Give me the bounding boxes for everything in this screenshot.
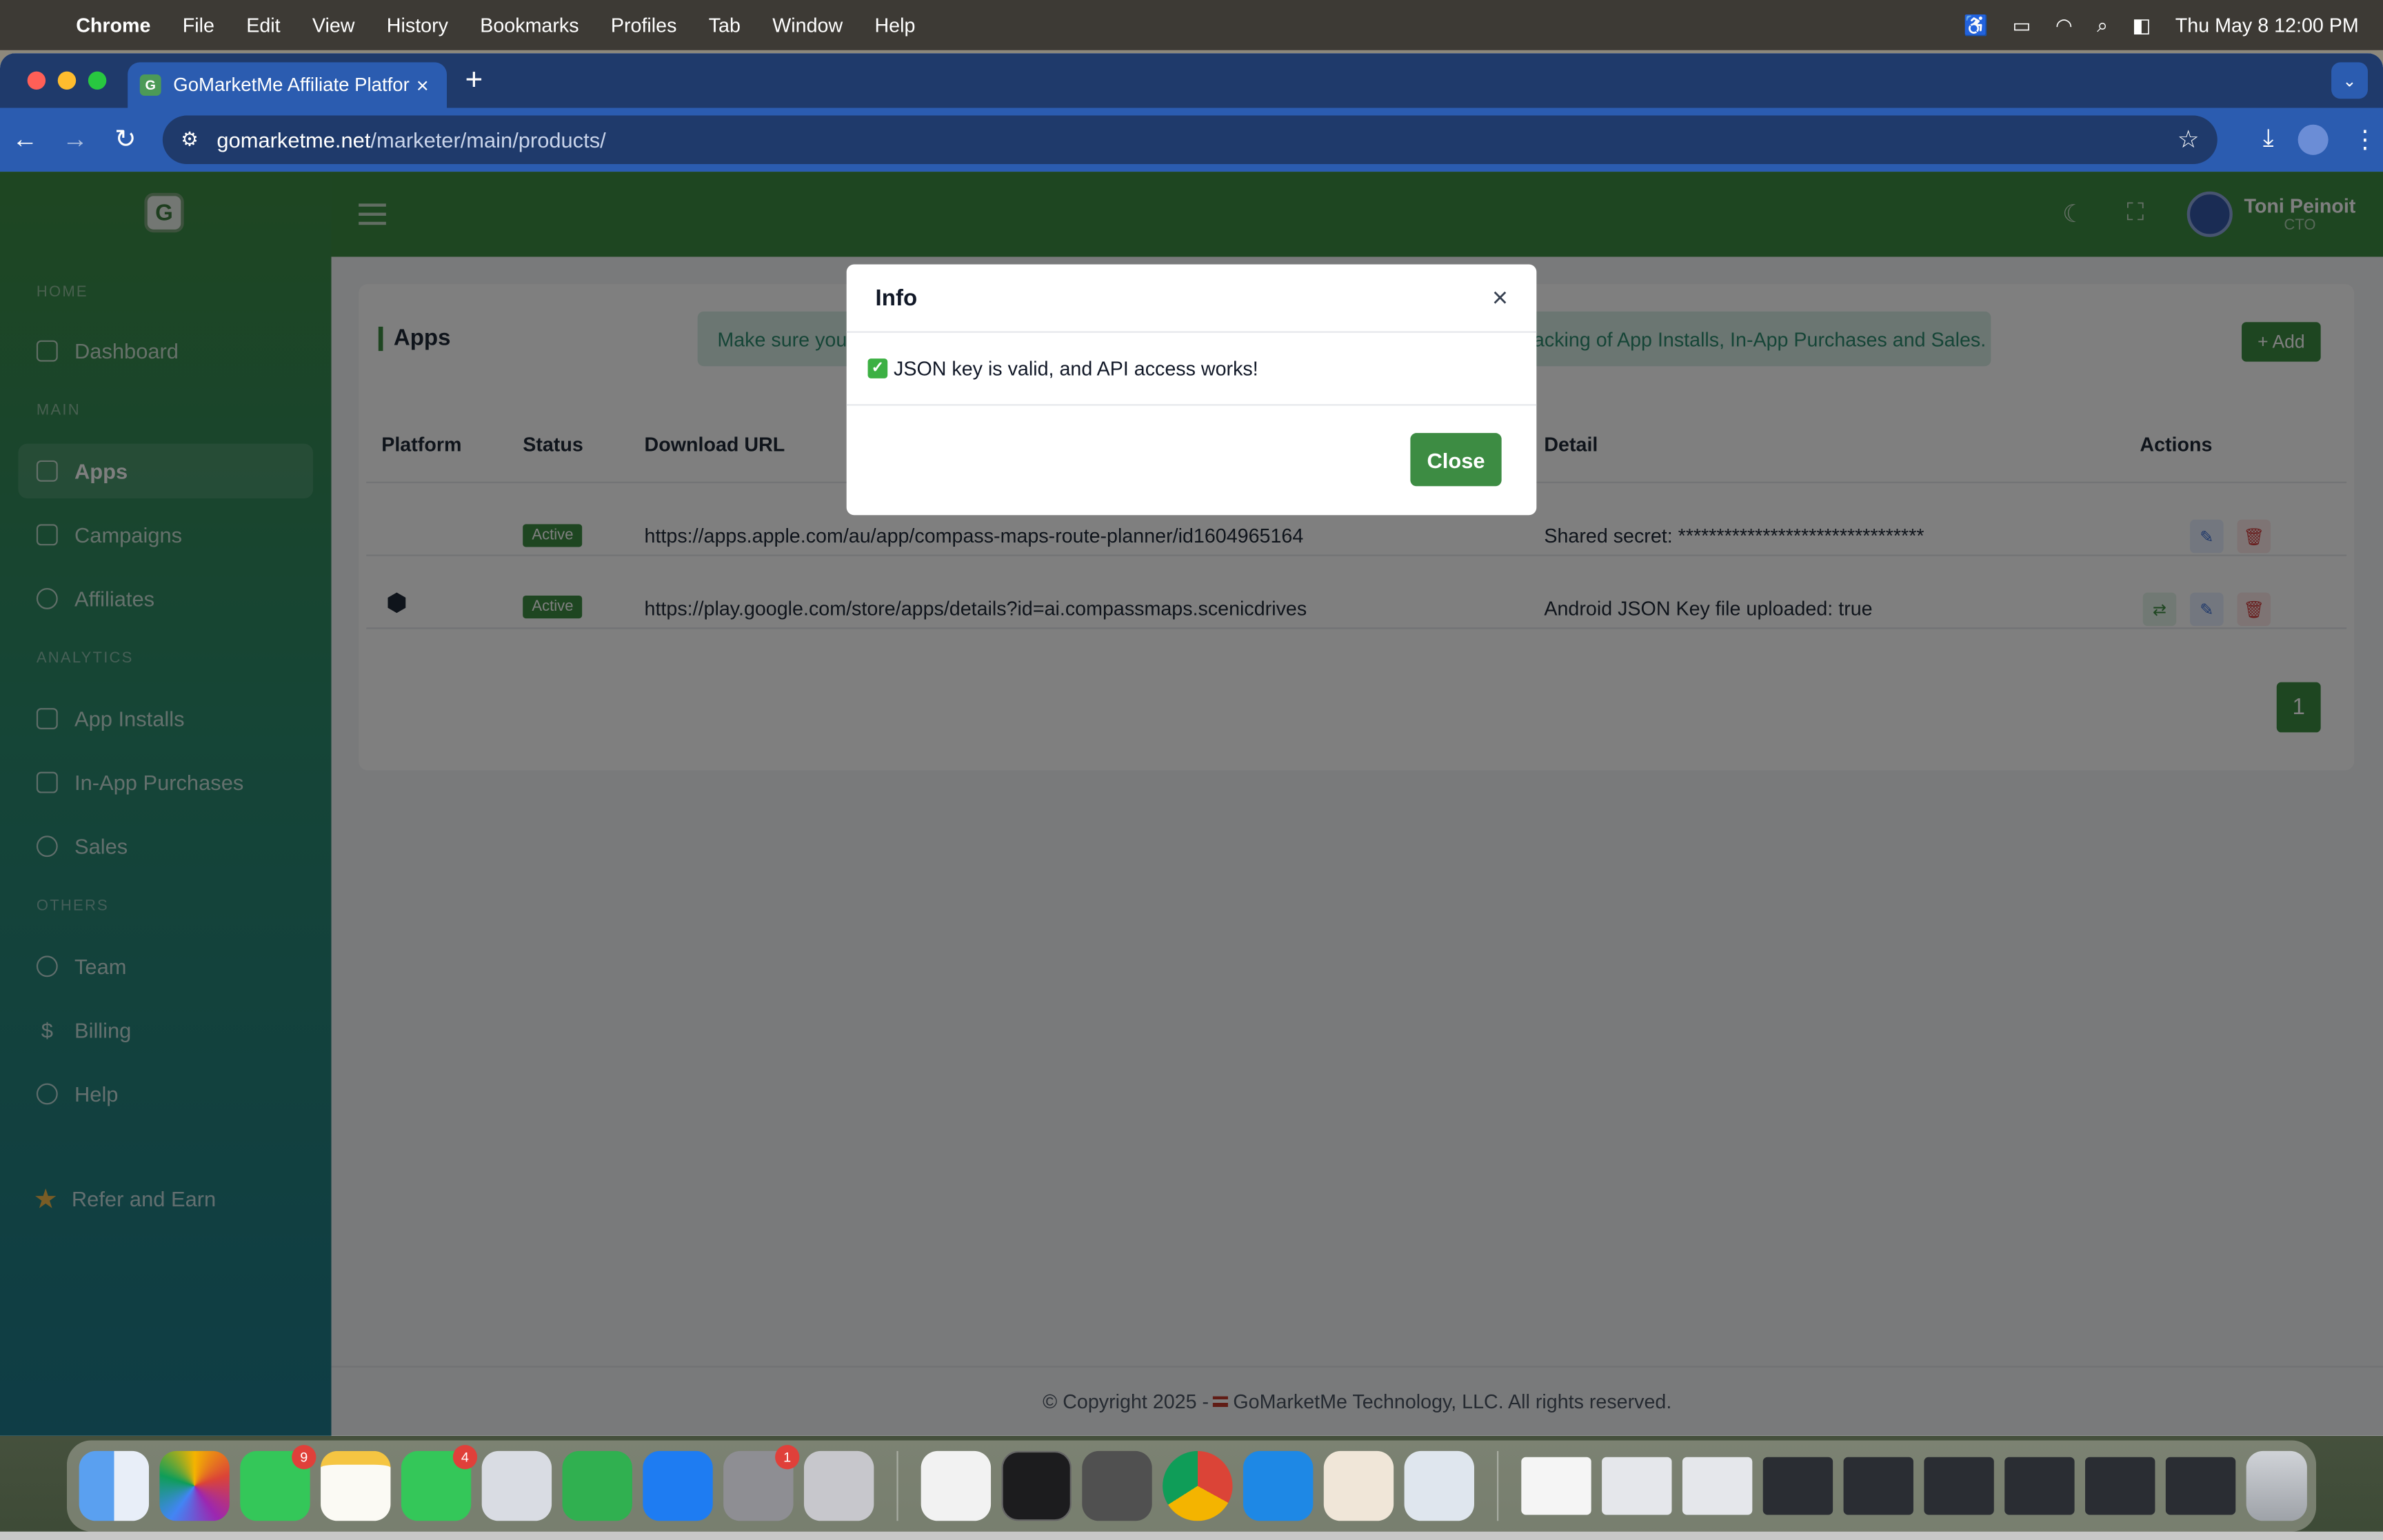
- reload-icon[interactable]: ↻: [100, 125, 150, 155]
- menu-view[interactable]: View: [312, 14, 355, 37]
- minimize-window-button[interactable]: [57, 71, 77, 90]
- tab-search-chevron-icon[interactable]: ⌄: [2331, 62, 2368, 99]
- battery-icon[interactable]: ▭: [2012, 13, 2031, 37]
- site-favicon-icon: G: [139, 74, 161, 96]
- menu-help[interactable]: Help: [874, 14, 915, 37]
- menubar-clock[interactable]: Thu May 8 12:00 PM: [2175, 14, 2359, 37]
- macos-menubar: Chrome File Edit View History Bookmarks …: [0, 0, 2383, 50]
- messages-badge: 9: [292, 1445, 316, 1470]
- menu-file[interactable]: File: [183, 14, 214, 37]
- system-settings-icon[interactable]: 1: [723, 1445, 800, 1521]
- wifi-icon[interactable]: ◠: [2055, 13, 2073, 37]
- minimized-window-thumbnail[interactable]: [1924, 1457, 1994, 1515]
- close-tab-icon[interactable]: ×: [410, 73, 434, 97]
- menu-bookmarks[interactable]: Bookmarks: [480, 14, 579, 37]
- back-arrow-icon[interactable]: ←: [0, 125, 50, 155]
- screen: Chrome File Edit View History Bookmarks …: [0, 0, 2383, 1540]
- dock-separator: [896, 1450, 898, 1521]
- zoom-window-button[interactable]: [88, 71, 107, 90]
- menu-edit[interactable]: Edit: [246, 14, 280, 37]
- macos-dock: 9 4 1: [66, 1440, 2317, 1532]
- accessibility-icon[interactable]: ♿: [1964, 13, 1989, 37]
- browser-toolbar: ← → ↻ ⚙ gomarketme.net/marketer/main/pro…: [0, 108, 2383, 172]
- close-button[interactable]: Close: [1410, 433, 1502, 487]
- minimized-window-thumbnail[interactable]: [1602, 1457, 1672, 1515]
- menubar-status-area: ♿ ▭ ◠ ⌕ ◧ Thu May 8 12:00 PM: [1964, 13, 2359, 37]
- facetime-icon[interactable]: 4: [401, 1445, 478, 1521]
- menu-profiles[interactable]: Profiles: [611, 14, 677, 37]
- finder-icon[interactable]: [79, 1450, 150, 1521]
- photos-icon[interactable]: [159, 1450, 230, 1521]
- minimized-window-thumbnail[interactable]: [1762, 1457, 1833, 1515]
- web-page: G HOME Dashboard MAIN Apps Campaigns Aff…: [0, 172, 2383, 1436]
- close-icon[interactable]: ×: [1485, 283, 1515, 314]
- modal-title: Info: [875, 285, 918, 312]
- tab-title: GoMarketMe Affiliate Platform: [173, 74, 411, 96]
- textedit-icon[interactable]: [921, 1450, 992, 1521]
- window-controls: [27, 71, 107, 90]
- menu-history[interactable]: History: [387, 14, 448, 37]
- terminal-icon[interactable]: [1001, 1450, 1072, 1521]
- trash-icon[interactable]: [2246, 1450, 2307, 1521]
- dock-separator: [1497, 1450, 1499, 1521]
- tab-strip: G GoMarketMe Affiliate Platform × + ⌄: [0, 53, 2383, 108]
- modal-divider: [846, 404, 1537, 406]
- calculator-icon[interactable]: [1082, 1450, 1152, 1521]
- address-bar[interactable]: ⚙ gomarketme.net/marketer/main/products/…: [162, 115, 2218, 165]
- modal-message: ✓ JSON key is valid, and API access work…: [867, 356, 1258, 381]
- menu-tab[interactable]: Tab: [709, 14, 741, 37]
- download-icon[interactable]: ⤓: [2263, 126, 2274, 154]
- numbers-icon[interactable]: [562, 1450, 632, 1521]
- minimized-window-thumbnail[interactable]: [1843, 1457, 1913, 1515]
- site-info-icon[interactable]: ⚙: [181, 128, 199, 152]
- launchpad-icon[interactable]: [481, 1450, 552, 1521]
- browser-tab[interactable]: G GoMarketMe Affiliate Platform ×: [128, 62, 448, 108]
- settings-badge: 1: [775, 1445, 800, 1470]
- url-host: gomarketme.net: [217, 128, 371, 152]
- minimized-window-thumbnail[interactable]: [1682, 1457, 1753, 1515]
- minimized-window-thumbnail[interactable]: [2165, 1457, 2236, 1515]
- url-path: /marketer/main/products/: [370, 128, 606, 152]
- minimized-window-thumbnail[interactable]: [2004, 1457, 2075, 1515]
- document-icon[interactable]: [1521, 1457, 1591, 1515]
- browser-window: G GoMarketMe Affiliate Platform × + ⌄ ← …: [0, 53, 2383, 1436]
- vscode-icon[interactable]: [1243, 1450, 1314, 1521]
- menu-app-name[interactable]: Chrome: [76, 14, 150, 37]
- new-tab-icon[interactable]: +: [465, 63, 483, 98]
- preview-icon[interactable]: [1404, 1450, 1474, 1521]
- close-window-button[interactable]: [27, 71, 46, 90]
- bookmark-star-icon[interactable]: ☆: [2178, 125, 2200, 155]
- app-store-icon[interactable]: [643, 1450, 713, 1521]
- desktop-strip: [0, 1531, 2383, 1540]
- profile-avatar-icon[interactable]: [2297, 124, 2329, 155]
- messages-icon[interactable]: 9: [240, 1445, 316, 1521]
- spotlight-search-icon[interactable]: ⌕: [2097, 13, 2108, 37]
- modal-divider: [846, 331, 1537, 333]
- iphone-mirroring-icon[interactable]: [803, 1450, 874, 1521]
- modal-message-text: JSON key is valid, and API access works!: [894, 356, 1258, 381]
- app-icon[interactable]: [1323, 1450, 1394, 1521]
- control-center-icon[interactable]: ◧: [2132, 13, 2151, 37]
- notes-icon[interactable]: [321, 1450, 391, 1521]
- toolbar-actions: ⤓ ⋮: [2263, 124, 2377, 155]
- forward-arrow-icon[interactable]: →: [50, 125, 101, 155]
- chrome-icon[interactable]: [1163, 1450, 1233, 1521]
- more-menu-icon[interactable]: ⋮: [2353, 125, 2377, 155]
- facetime-badge: 4: [452, 1445, 478, 1470]
- minimized-window-thumbnail[interactable]: [2085, 1457, 2155, 1515]
- menu-window[interactable]: Window: [772, 14, 843, 37]
- check-mark-icon: ✓: [867, 358, 888, 378]
- info-modal: Info × ✓ JSON key is valid, and API acce…: [846, 264, 1537, 516]
